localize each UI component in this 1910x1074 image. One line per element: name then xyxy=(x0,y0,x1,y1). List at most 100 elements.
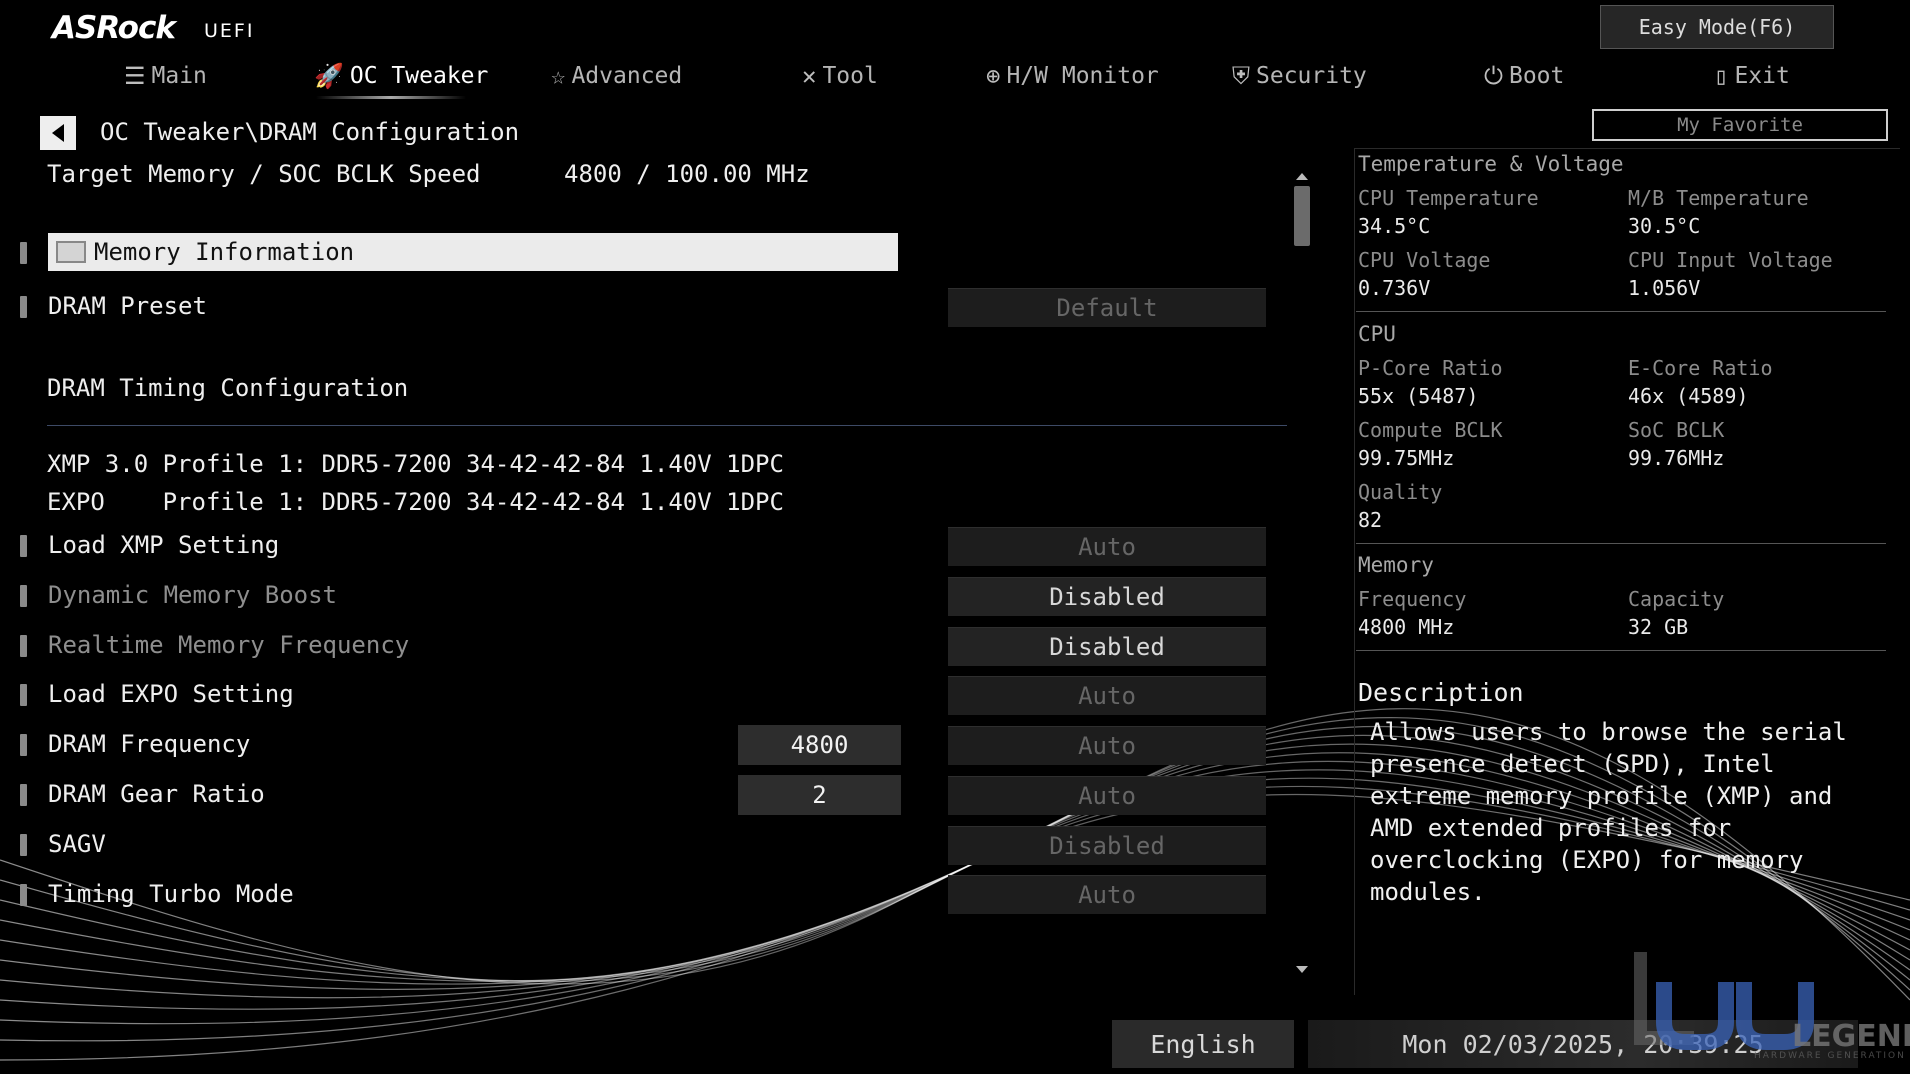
xmp-profile-text: XMP 3.0 Profile 1: DDR5-7200 34-42-42-84… xyxy=(47,450,784,478)
legend-watermark-logo: LEGEND HARDWARE GENERATION xyxy=(1634,952,1910,1061)
power-icon: ⏻ xyxy=(1484,62,1503,90)
row-marker xyxy=(20,834,27,856)
row-marker xyxy=(20,684,27,706)
cpu-temperature-value: 34.5°C xyxy=(1358,214,1431,238)
tools-icon: ✕ xyxy=(802,62,817,90)
dram-frequency-label: DRAM Frequency xyxy=(48,730,251,758)
row-marker xyxy=(20,585,27,607)
scroll-up-arrow-icon[interactable] xyxy=(1296,173,1308,180)
cpu-heading: CPU xyxy=(1358,322,1396,346)
scroll-down-arrow-icon[interactable] xyxy=(1296,966,1308,973)
load-xmp-setting-select[interactable]: Auto xyxy=(948,527,1266,566)
memory-frequency-value: 4800 MHz xyxy=(1358,615,1455,639)
row-marker xyxy=(20,884,27,906)
section-divider xyxy=(47,425,1287,426)
memory-heading: Memory xyxy=(1358,553,1434,577)
load-expo-setting-label: Load EXPO Setting xyxy=(48,680,294,708)
easy-mode-button[interactable]: Easy Mode(F6) xyxy=(1600,5,1834,49)
row-marker xyxy=(20,734,27,756)
memory-information-item[interactable]: Memory Information xyxy=(48,233,898,271)
memory-frequency-label: Frequency xyxy=(1358,587,1467,611)
dram-frequency-select[interactable]: Auto xyxy=(948,726,1266,765)
realtime-memory-frequency-label: Realtime Memory Frequency xyxy=(48,631,410,659)
tab-tool[interactable]: ✕ Tool xyxy=(802,56,878,96)
compute-bclk-value: 99.75MHz xyxy=(1358,446,1455,470)
asrock-logo: ASRock xyxy=(52,10,176,46)
row-marker xyxy=(20,535,27,557)
my-favorite-button[interactable]: My Favorite xyxy=(1592,109,1888,141)
tab-main-label: Main xyxy=(151,63,207,89)
description-text: Allows users to browse the serial presen… xyxy=(1370,718,1847,906)
tab-exit[interactable]: ▯ Exit xyxy=(1714,56,1790,96)
tab-main[interactable]: ☰ Main xyxy=(124,56,207,96)
scrollbar[interactable] xyxy=(1293,170,1311,980)
timing-turbo-mode-select[interactable]: Auto xyxy=(948,875,1266,914)
mb-temperature-label: M/B Temperature xyxy=(1628,186,1809,210)
cpu-input-voltage-value: 1.056V xyxy=(1628,276,1701,300)
realtime-memory-frequency-select[interactable]: Disabled xyxy=(948,627,1266,666)
tab-advanced-label: Advanced xyxy=(571,63,683,89)
tab-hw-monitor-label: H/W Monitor xyxy=(1006,63,1159,89)
expo-profile-text: EXPO Profile 1: DDR5-7200 34-42-42-84 1.… xyxy=(47,488,784,516)
quality-label: Quality xyxy=(1358,480,1443,504)
dynamic-memory-boost-select[interactable]: Disabled xyxy=(948,577,1266,616)
dram-preset-label: DRAM Preset xyxy=(48,292,207,320)
row-marker xyxy=(20,784,27,806)
language-button[interactable]: English xyxy=(1112,1020,1294,1068)
tab-boot-label: Boot xyxy=(1508,63,1565,89)
memory-info-icon xyxy=(56,241,86,263)
dram-gear-ratio-current: 2 xyxy=(738,775,901,815)
row-marker xyxy=(20,242,27,264)
ecore-ratio-label: E-Core Ratio xyxy=(1628,356,1773,380)
tab-exit-label: Exit xyxy=(1734,63,1790,89)
pcore-ratio-value: 55x (5487) xyxy=(1358,384,1479,408)
breadcrumb: OC Tweaker\DRAM Configuration xyxy=(100,118,520,146)
tab-boot[interactable]: ⏻ Boot xyxy=(1484,56,1564,96)
cpu-voltage-label: CPU Voltage xyxy=(1358,248,1491,272)
compute-bclk-label: Compute BCLK xyxy=(1358,418,1503,442)
dram-gear-ratio-select[interactable]: Auto xyxy=(948,776,1266,815)
watermark-subtext: HARDWARE GENERATION xyxy=(1754,1051,1906,1061)
dram-frequency-current: 4800 xyxy=(738,725,901,765)
timing-section-heading: DRAM Timing Configuration xyxy=(47,374,409,402)
watermark-text: LEGEND xyxy=(1792,1019,1910,1054)
row-marker xyxy=(20,296,27,318)
pcore-ratio-label: P-Core Ratio xyxy=(1358,356,1503,380)
dram-preset-select[interactable]: Default xyxy=(948,288,1266,327)
tab-oc-tweaker-label: OC Tweaker xyxy=(349,63,489,89)
sagv-select[interactable]: Disabled xyxy=(948,826,1266,865)
row-marker xyxy=(20,635,27,657)
active-tab-underline xyxy=(316,96,466,99)
soc-bclk-label: SoC BCLK xyxy=(1628,418,1725,442)
tab-tool-label: Tool xyxy=(822,63,878,89)
memory-capacity-label: Capacity xyxy=(1628,587,1725,611)
panel-divider xyxy=(1356,650,1886,651)
tab-advanced[interactable]: ☆ Advanced xyxy=(551,56,682,96)
list-icon: ☰ xyxy=(124,62,146,90)
tab-security[interactable]: ⛨ Security xyxy=(1232,56,1367,96)
tab-hw-monitor[interactable]: ⊕ H/W Monitor xyxy=(986,56,1159,96)
temp-voltage-heading: Temperature & Voltage xyxy=(1358,152,1624,176)
rocket-icon: 🚀 xyxy=(314,62,344,90)
ecore-ratio-value: 46x (4589) xyxy=(1628,384,1749,408)
tab-security-label: Security xyxy=(1256,63,1367,89)
scrollbar-thumb[interactable] xyxy=(1294,186,1310,246)
back-arrow-icon xyxy=(52,124,64,142)
crosshair-icon: ⊕ xyxy=(986,62,1001,90)
back-button[interactable] xyxy=(40,116,76,150)
memory-information-label: Memory Information xyxy=(94,238,355,266)
shield-icon: ⛨ xyxy=(1232,62,1250,90)
soc-bclk-value: 99.76MHz xyxy=(1628,446,1725,470)
target-memory-label: Target Memory / SOC BCLK Speed xyxy=(47,160,481,188)
dram-gear-ratio-label: DRAM Gear Ratio xyxy=(48,780,265,808)
dynamic-memory-boost-label: Dynamic Memory Boost xyxy=(48,581,337,609)
description-heading: Description xyxy=(1358,678,1524,707)
panel-divider xyxy=(1356,311,1886,312)
exit-door-icon: ▯ xyxy=(1714,62,1729,90)
load-xmp-setting-label: Load XMP Setting xyxy=(48,531,280,559)
uefi-label: UEFI xyxy=(204,20,255,42)
tab-oc-tweaker[interactable]: 🚀 OC Tweaker xyxy=(314,56,488,96)
load-expo-setting-select[interactable]: Auto xyxy=(948,676,1266,715)
cpu-voltage-value: 0.736V xyxy=(1358,276,1431,300)
cpu-temperature-label: CPU Temperature xyxy=(1358,186,1539,210)
